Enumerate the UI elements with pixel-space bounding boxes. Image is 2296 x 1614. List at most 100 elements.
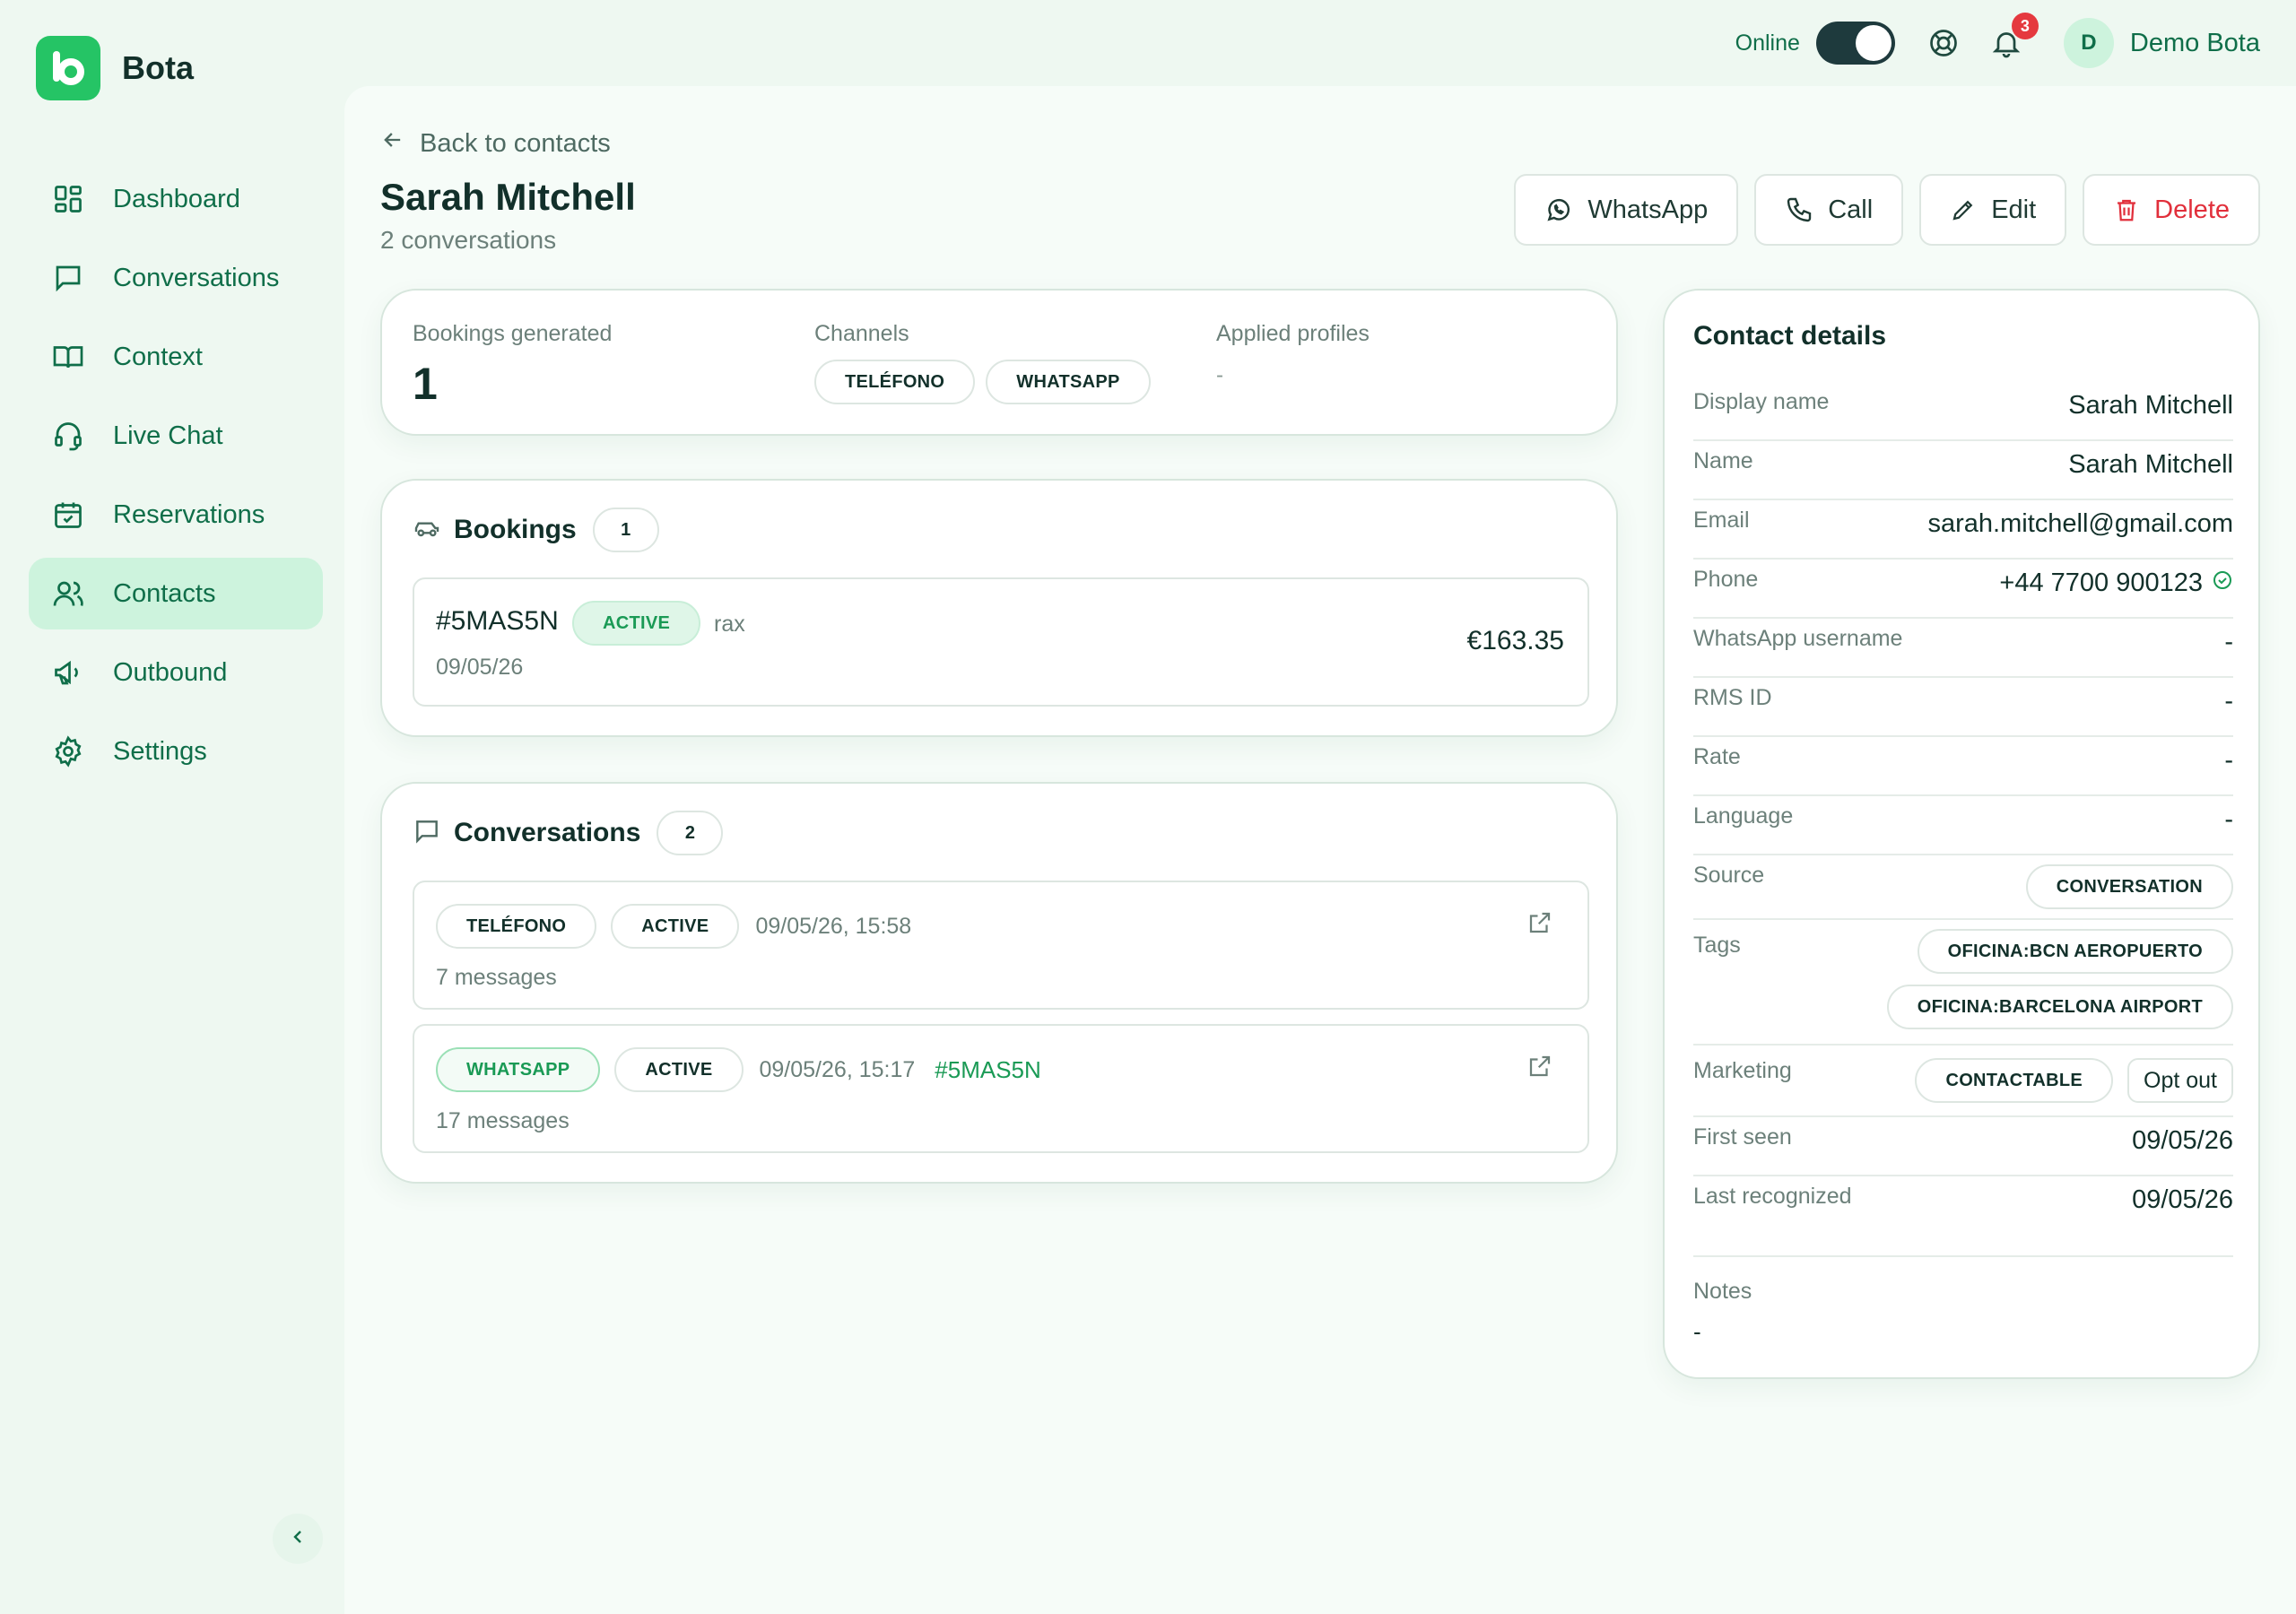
- online-label: Online: [1735, 30, 1800, 56]
- megaphone-icon: [50, 655, 86, 690]
- channel-chip: TELÉFONO: [814, 360, 976, 404]
- whatsapp-button[interactable]: WhatsApp: [1514, 174, 1739, 246]
- conversation-datetime: 09/05/26, 15:58: [755, 913, 912, 939]
- booking-reference-link[interactable]: #5MAS5N: [935, 1056, 1041, 1084]
- sidebar-item-label: Outbound: [113, 657, 228, 687]
- sidebar-item-conversations[interactable]: Conversations: [29, 242, 323, 314]
- external-link-icon[interactable]: [1526, 1053, 1555, 1081]
- detail-row-email: Email sarah.mitchell@gmail.com: [1693, 500, 2233, 560]
- contact-stats-card: Bookings generated 1 Channels TELÉFONO W…: [380, 289, 1618, 436]
- phone-value: +44 7700 900123: [1999, 568, 2203, 597]
- detail-row-rate: Rate -: [1693, 737, 2233, 796]
- detail-label: Name: [1693, 448, 1753, 473]
- detail-label: Display name: [1693, 389, 1830, 414]
- opt-out-button[interactable]: Opt out: [2127, 1058, 2233, 1103]
- tag-chip: OFICINA:BCN AEROPUERTO: [1917, 929, 2233, 974]
- detail-label: Marketing: [1693, 1058, 1792, 1083]
- conversation-meta: WHATSAPP ACTIVE 09/05/26, 15:17 #5MAS5N: [436, 1047, 1041, 1092]
- sidebar-item-label: Conversations: [113, 263, 280, 292]
- detail-row-source: Source CONVERSATION: [1693, 855, 2233, 920]
- sidebar-item-label: Settings: [113, 736, 207, 766]
- book-icon: [50, 339, 86, 375]
- detail-label: Last recognized: [1693, 1184, 1852, 1209]
- headset-icon: [50, 418, 86, 454]
- bookings-card: Bookings 1 #5MAS5N ACTIVE rax 09/05/26 €…: [380, 479, 1618, 737]
- detail-label: Phone: [1693, 567, 1759, 592]
- sidebar-item-label: Context: [113, 342, 203, 371]
- notification-count-badge: 3: [2011, 13, 2039, 39]
- user-name[interactable]: Demo Bota: [2130, 29, 2260, 58]
- avatar[interactable]: D: [2063, 18, 2114, 68]
- detail-row-first-seen: First seen 09/05/26: [1693, 1117, 2233, 1176]
- page-title: Sarah Mitchell: [380, 176, 636, 218]
- conversations-card: Conversations 2 TELÉFONO ACTIVE 09/05/26…: [380, 782, 1618, 1184]
- notes-value: -: [1693, 1318, 1701, 1345]
- help-lifebuoy-icon[interactable]: [1926, 25, 1961, 61]
- booking-status-badge: ACTIVE: [572, 601, 701, 646]
- detail-row-whatsapp-username: WhatsApp username -: [1693, 619, 2233, 678]
- detail-value-phone[interactable]: +44 7700 900123: [1999, 568, 2233, 598]
- bookings-title: Bookings: [454, 515, 577, 544]
- toggle-knob: [1855, 25, 1892, 61]
- collapse-sidebar-button[interactable]: [273, 1514, 323, 1564]
- chat-icon: [413, 817, 441, 850]
- conversation-row[interactable]: TELÉFONO ACTIVE 09/05/26, 15:58 7 messag…: [413, 881, 1589, 1010]
- chevron-left-icon: [287, 1526, 309, 1552]
- notifications-bell-icon[interactable]: 3: [1988, 13, 2039, 61]
- external-link-icon[interactable]: [1526, 909, 1555, 938]
- car-icon: [413, 514, 441, 547]
- online-toggle[interactable]: [1815, 22, 1895, 65]
- sidebar: Bota Dashboard Conversations Context Liv…: [0, 0, 344, 1614]
- conversations-title: Conversations: [454, 818, 641, 847]
- call-button-label: Call: [1828, 195, 1874, 224]
- sidebar-item-settings[interactable]: Settings: [29, 716, 323, 787]
- channel-chip: TELÉFONO: [436, 904, 597, 949]
- conversation-message-count: 7 messages: [436, 965, 557, 990]
- detail-value: -: [2224, 628, 2233, 656]
- whatsapp-icon: [1544, 195, 1573, 224]
- back-to-contacts-link[interactable]: Back to contacts: [380, 127, 611, 160]
- detail-label: First seen: [1693, 1124, 1792, 1150]
- detail-row-last-recognized: Last recognized 09/05/26: [1693, 1176, 2233, 1257]
- sidebar-item-contacts[interactable]: Contacts: [29, 558, 323, 629]
- detail-value: 09/05/26: [2132, 1126, 2233, 1155]
- booking-row[interactable]: #5MAS5N ACTIVE rax 09/05/26 €163.35: [413, 577, 1589, 707]
- contact-details-card: Contact details Display name Sarah Mitch…: [1663, 289, 2260, 1379]
- sidebar-item-dashboard[interactable]: Dashboard: [29, 163, 323, 235]
- sidebar-item-live-chat[interactable]: Live Chat: [29, 400, 323, 472]
- detail-value: -: [2224, 687, 2233, 716]
- detail-label: Email: [1693, 508, 1750, 533]
- source-chip: CONVERSATION: [2025, 864, 2233, 909]
- conversation-status-badge: ACTIVE: [614, 1047, 744, 1092]
- channel-chip: WHATSAPP: [436, 1047, 601, 1092]
- contact-details-title: Contact details: [1693, 321, 1887, 351]
- conversation-meta: TELÉFONO ACTIVE 09/05/26, 15:58: [436, 904, 911, 949]
- sidebar-item-reservations[interactable]: Reservations: [29, 479, 323, 551]
- call-button[interactable]: Call: [1754, 174, 1904, 246]
- detail-value[interactable]: sarah.mitchell@gmail.com: [1928, 509, 2233, 539]
- conversation-status-badge: ACTIVE: [611, 904, 740, 949]
- sidebar-item-outbound[interactable]: Outbound: [29, 637, 323, 708]
- detail-value: -: [2224, 805, 2233, 834]
- sidebar-item-label: Live Chat: [113, 421, 223, 450]
- stat-label: Channels: [814, 321, 909, 346]
- delete-button[interactable]: Delete: [2083, 174, 2260, 246]
- notes-label: Notes: [1693, 1279, 1752, 1304]
- brand[interactable]: Bota: [36, 36, 194, 100]
- whatsapp-button-label: WhatsApp: [1587, 195, 1709, 224]
- sidebar-item-label: Reservations: [113, 499, 265, 529]
- calendar-check-icon: [50, 497, 86, 533]
- back-label: Back to contacts: [420, 128, 611, 158]
- applied-profiles-stat: Applied profiles -: [1216, 321, 1370, 388]
- conversation-row[interactable]: WHATSAPP ACTIVE 09/05/26, 15:17 #5MAS5N …: [413, 1024, 1589, 1153]
- detail-row-display-name: Display name Sarah Mitchell: [1693, 382, 2233, 441]
- marketing-status-chip: CONTACTABLE: [1915, 1058, 2113, 1103]
- detail-label: Tags: [1693, 933, 1741, 958]
- bookings-count: 1: [592, 508, 659, 552]
- edit-button-label: Edit: [1991, 195, 2037, 224]
- detail-value: 09/05/26: [2132, 1185, 2233, 1214]
- sidebar-item-context[interactable]: Context: [29, 321, 323, 393]
- edit-button[interactable]: Edit: [1919, 174, 2067, 246]
- arrow-left-icon: [380, 127, 420, 160]
- detail-row-tags: Tags OFICINA:BCN AEROPUERTO OFICINA:BARC…: [1693, 920, 2233, 1046]
